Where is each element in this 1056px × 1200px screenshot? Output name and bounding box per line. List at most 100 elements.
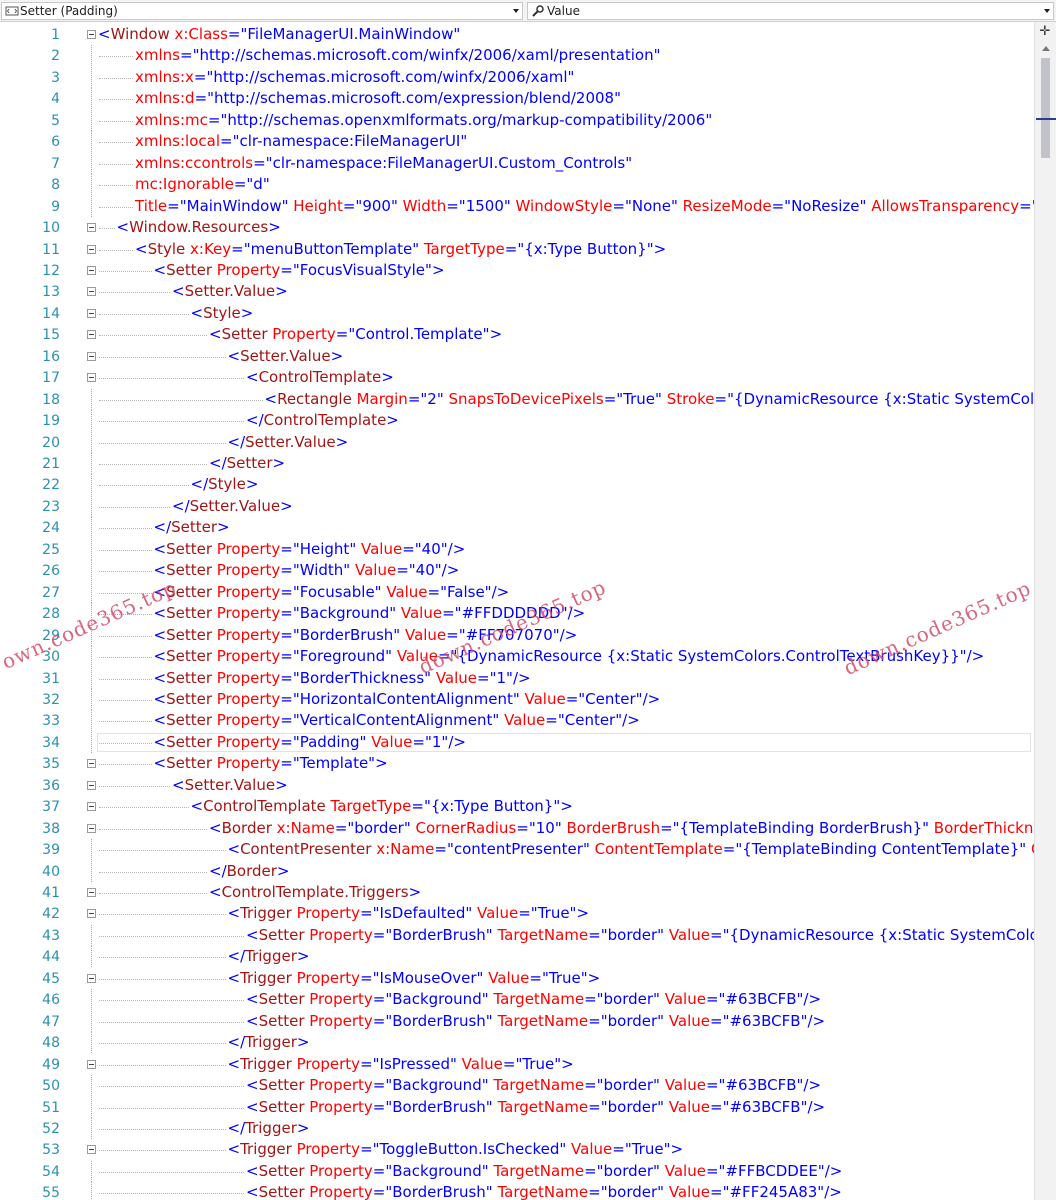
code-line[interactable]: 48 </Trigger>	[0, 1032, 1034, 1054]
code-token: "MainWindow"	[179, 196, 289, 215]
fold-toggle-icon[interactable]	[87, 1145, 96, 1155]
fold-toggle-icon[interactable]	[87, 287, 96, 297]
code-text: <Setter Property="BorderBrush" TargetNam…	[246, 1012, 825, 1032]
code-token: =	[502, 1054, 516, 1073]
code-line[interactable]: 32 <Setter Property="HorizontalContentAli…	[0, 688, 1034, 710]
fold-toggle-icon[interactable]	[87, 265, 96, 275]
code-line[interactable]: 8 mc:Ignorable="d"	[0, 174, 1034, 196]
split-window-icon[interactable]: ✛	[1037, 24, 1053, 40]
fold-toggle-icon[interactable]	[87, 223, 96, 233]
outline-guide	[91, 688, 92, 710]
code-text: </Setter.Value>	[228, 433, 349, 453]
code-line[interactable]: 43 <Setter Property="BorderBrush" TargetN…	[0, 924, 1034, 946]
fold-toggle-icon[interactable]	[87, 330, 96, 340]
code-token: TargetType	[419, 239, 505, 258]
type-members-dropdown[interactable]: Setter (Padding)	[1, 2, 523, 20]
code-token: >	[375, 754, 388, 773]
code-line[interactable]: 24 </Setter>	[0, 517, 1034, 539]
code-line[interactable]: 46 <Setter Property="Background" TargetNa…	[0, 989, 1034, 1011]
fold-toggle-icon[interactable]	[87, 802, 96, 812]
code-line[interactable]: 23 </Setter.Value>	[0, 495, 1034, 517]
code-token: ControlTemplate	[203, 797, 326, 816]
code-line[interactable]: 21 </Setter>	[0, 453, 1034, 474]
fold-toggle-icon[interactable]	[87, 888, 96, 897]
fold-toggle-icon[interactable]	[87, 780, 96, 790]
code-line[interactable]: 22 </Style>	[0, 474, 1034, 496]
code-line[interactable]: 16 <Setter.Value>	[0, 346, 1034, 367]
xaml-element-icon	[5, 6, 19, 16]
code-line[interactable]: 10 <Window.Resources>	[0, 217, 1034, 238]
code-line[interactable]: 37 <ControlTemplate TargetType="{x:Type B…	[0, 796, 1034, 817]
vertical-scrollbar[interactable]: ✛	[1034, 22, 1056, 1200]
code-line[interactable]: 31 <Setter Property="BorderThickness" Val…	[0, 667, 1034, 689]
code-line[interactable]: 12 <Setter Property="FocusVisualStyle">	[0, 260, 1034, 281]
code-line[interactable]: 20 </Setter.Value>	[0, 431, 1034, 453]
scroll-up-icon[interactable]	[1042, 46, 1050, 51]
code-line[interactable]: 18 <Rectangle Margin="2" SnapsToDevicePix…	[0, 388, 1034, 410]
code-line[interactable]: 19 </ControlTemplate>	[0, 410, 1034, 432]
code-line[interactable]: 44 </Trigger>	[0, 946, 1034, 968]
code-line[interactable]: 41 <ControlTemplate.Triggers>	[0, 882, 1034, 903]
code-token: =	[446, 196, 459, 215]
fold-toggle-icon[interactable]	[87, 308, 96, 318]
code-line[interactable]: 36 <Setter.Value>	[0, 775, 1034, 796]
code-text: <Trigger Property="IsMouseOver" Value="T…	[228, 969, 601, 989]
code-line[interactable]: 38 <Border x:Name="border" CornerRadius="…	[0, 818, 1034, 839]
code-line[interactable]: 53 <Trigger Property="ToggleButton.IsChec…	[0, 1139, 1034, 1160]
code-token: <	[227, 1140, 241, 1159]
code-line[interactable]: 25 <Setter Property="Height" Value="40"/>	[0, 538, 1034, 560]
outline-guide	[91, 1160, 92, 1182]
fold-toggle-icon[interactable]	[87, 759, 96, 769]
code-token: Property	[304, 1076, 373, 1095]
code-line[interactable]: 39 <ContentPresenter x:Name="contentPrese…	[0, 839, 1034, 861]
code-line[interactable]: 49 <Trigger Property="IsPressed" Value="T…	[0, 1054, 1034, 1075]
code-token: <	[153, 732, 167, 751]
fold-toggle-icon[interactable]	[87, 823, 96, 833]
code-line[interactable]: 3 xmlns:x="http://schemas.microsoft.com/w…	[0, 66, 1034, 88]
code-line[interactable]: 1 <Window x:Class="FileManagerUI.MainWind…	[0, 24, 1034, 45]
code-line[interactable]: 17 <ControlTemplate>	[0, 367, 1034, 388]
code-line[interactable]: 33 <Setter Property="VerticalContentAlign…	[0, 710, 1034, 732]
code-line[interactable]: 40 </Border>	[0, 860, 1034, 882]
fold-toggle-icon[interactable]	[87, 1059, 96, 1069]
line-number: 38	[42, 820, 60, 837]
code-line[interactable]: 5 xmlns:mc="http://schemas.openxmlformats…	[0, 109, 1034, 131]
code-line[interactable]: 14 <Style>	[0, 303, 1034, 324]
code-line[interactable]: 2 xmlns="http://schemas.microsoft.com/win…	[0, 45, 1034, 67]
line-number: 6	[51, 134, 60, 151]
code-line[interactable]: 47 <Setter Property="BorderBrush" TargetN…	[0, 1010, 1034, 1032]
code-token: =	[705, 990, 719, 1009]
scrollbar-thumb[interactable]	[1041, 58, 1050, 158]
code-line[interactable]: 52 </Trigger>	[0, 1117, 1034, 1139]
code-line[interactable]: 34 <Setter Property="Padding" Value="1"/>	[0, 731, 1034, 753]
fold-toggle-icon[interactable]	[87, 909, 96, 919]
code-line[interactable]: 54 <Setter Property="Background" TargetNa…	[0, 1160, 1034, 1182]
code-token: =	[167, 196, 180, 215]
code-line[interactable]: 6 xmlns:local="clr-namespace:FileManagerU…	[0, 131, 1034, 153]
fold-toggle-icon[interactable]	[87, 351, 96, 361]
value-dropdown[interactable]: Value	[527, 2, 1054, 20]
code-token: =	[584, 1076, 597, 1095]
code-text: <Setter Property="Height" Value="40"/>	[154, 540, 466, 560]
fold-toggle-icon[interactable]	[87, 373, 96, 383]
code-line[interactable]: 55 <Setter Property="BorderBrush" TargetN…	[0, 1182, 1034, 1200]
code-line[interactable]: 15 <Setter Property="Control.Template">	[0, 324, 1034, 345]
code-line[interactable]: 11 <Style x:Key="menuButtonTemplate" Targ…	[0, 239, 1034, 260]
code-line[interactable]: 35 <Setter Property="Template">	[0, 753, 1034, 774]
line-number: 33	[42, 713, 60, 730]
code-line[interactable]: 9 Title="MainWindow" Height="900" Width="…	[0, 195, 1034, 217]
code-line[interactable]: 51 <Setter Property="BorderBrush" TargetN…	[0, 1096, 1034, 1118]
code-line[interactable]: 7 xmlns:ccontrols="clr-namespace:FileMana…	[0, 152, 1034, 174]
code-token: "Template"	[292, 754, 376, 773]
code-line[interactable]: 45 <Trigger Property="IsMouseOver" Value=…	[0, 968, 1034, 989]
fold-toggle-icon[interactable]	[87, 244, 96, 254]
code-line[interactable]: 50 <Setter Property="Background" TargetNa…	[0, 1075, 1034, 1097]
code-line[interactable]: 26 <Setter Property="Width" Value="40"/>	[0, 560, 1034, 582]
code-token: Property	[291, 904, 361, 923]
code-line[interactable]: 13 <Setter.Value>	[0, 281, 1034, 302]
fold-toggle-icon[interactable]	[87, 973, 96, 983]
code-line[interactable]: 4 xmlns:d="http://schemas.microsoft.com/e…	[0, 88, 1034, 110]
fold-toggle-icon[interactable]	[87, 30, 96, 39]
line-number: 35	[42, 756, 60, 773]
code-line[interactable]: 42 <Trigger Property="IsDefaulted" Value=…	[0, 903, 1034, 924]
